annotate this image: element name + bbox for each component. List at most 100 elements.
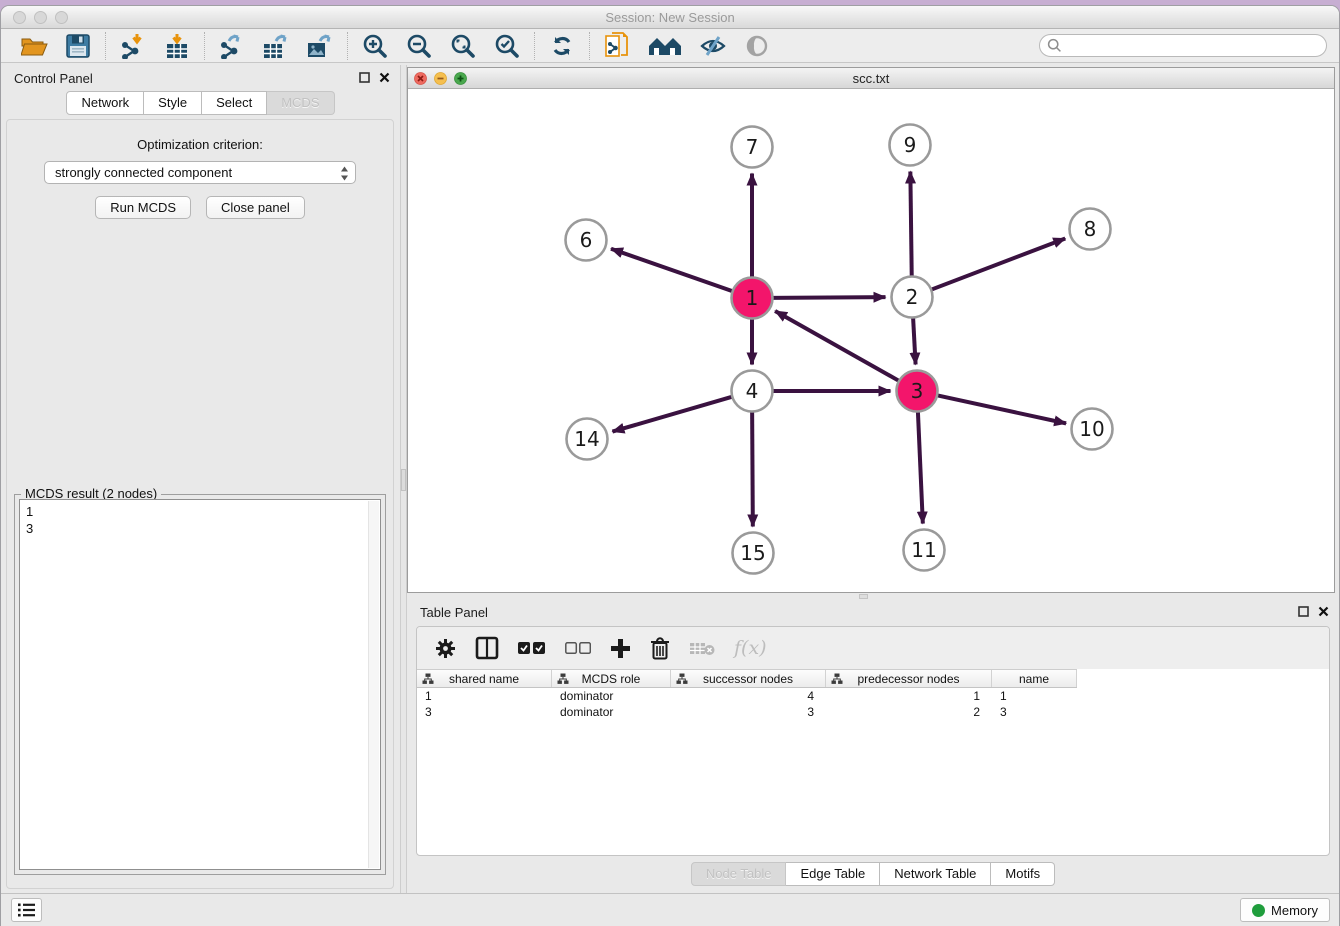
table-cell[interactable]: 1	[826, 688, 992, 704]
optimization-criterion-select[interactable]: strongly connected component	[44, 161, 356, 184]
network-document-button[interactable]	[603, 32, 631, 60]
export-group	[204, 32, 347, 60]
network-canvas[interactable]: 1234678910111415	[408, 89, 1334, 592]
control-tab-network[interactable]: Network	[66, 91, 144, 115]
close-panel-button[interactable]: Close panel	[206, 196, 305, 219]
eye-slash-icon	[699, 34, 727, 58]
edge-2-3[interactable]	[913, 317, 916, 364]
zoom-window-button[interactable]	[55, 11, 68, 24]
network-close-icon[interactable]	[414, 72, 427, 85]
import-network-button[interactable]	[119, 32, 147, 60]
table-options-gear-icon[interactable]	[435, 638, 456, 659]
table-tab-edge-table[interactable]: Edge Table	[786, 862, 880, 886]
close-window-button[interactable]	[13, 11, 26, 24]
node-label-9: 9	[904, 133, 917, 157]
hide-selected-columns-icon[interactable]	[565, 642, 591, 655]
edge-2-8[interactable]	[931, 238, 1065, 289]
close-panel-icon[interactable]	[379, 72, 390, 83]
table-cell[interactable]: 1	[992, 688, 1077, 704]
right-pane: scc.txt 1234678910111415 Table Panel	[407, 65, 1339, 893]
show-panel-list-button[interactable]	[11, 898, 42, 922]
content-area: Control Panel NetworkStyleSelectMCDS Opt…	[1, 65, 1339, 893]
node-label-14: 14	[574, 427, 599, 451]
table-tab-motifs[interactable]: Motifs	[991, 862, 1055, 886]
hide-graphics-details-button[interactable]	[699, 32, 727, 60]
edge-1-6[interactable]	[611, 249, 733, 291]
search-input[interactable]	[1039, 34, 1327, 57]
mcds-result-text[interactable]: 1 3	[19, 499, 381, 870]
table-cell[interactable]: 2	[826, 704, 992, 720]
table-cell[interactable]: 3	[992, 704, 1077, 720]
table-row[interactable]: 1dominator411	[417, 688, 1329, 704]
zoom-in-button[interactable]	[361, 32, 389, 60]
titlebar: Session: New Session	[1, 6, 1339, 29]
table-cell[interactable]: 3	[671, 704, 826, 720]
network-window-titlebar[interactable]: scc.txt	[408, 68, 1334, 89]
edge-1-2[interactable]	[772, 297, 885, 298]
float-table-panel-icon[interactable]	[1298, 606, 1309, 617]
column-header-shared-name[interactable]: shared name	[417, 670, 552, 687]
edge-2-9[interactable]	[910, 171, 911, 276]
table-tab-network-table[interactable]: Network Table	[880, 862, 991, 886]
node-label-7: 7	[746, 135, 759, 159]
table-tab-node-table[interactable]: Node Table	[691, 862, 787, 886]
status-bar: Memory	[1, 893, 1339, 926]
table-rows: 1dominator4113dominator323	[417, 688, 1329, 720]
edge-4-15[interactable]	[752, 411, 753, 526]
network-minimize-icon[interactable]	[434, 72, 447, 85]
column-tree-icon	[676, 673, 688, 685]
edge-3-10[interactable]	[937, 395, 1066, 423]
open-session-button[interactable]	[20, 32, 48, 60]
table-cell[interactable]: 3	[417, 704, 552, 720]
network-graph[interactable]: 1234678910111415	[408, 89, 1334, 592]
control-tab-style[interactable]: Style	[144, 91, 202, 115]
run-mcds-button[interactable]: Run MCDS	[95, 196, 191, 219]
export-network-button[interactable]	[218, 32, 246, 60]
show-selected-columns-icon[interactable]	[518, 641, 546, 655]
refresh-view-button[interactable]	[548, 32, 576, 60]
float-panel-icon[interactable]	[359, 72, 370, 83]
zoom-fit-button[interactable]	[449, 32, 477, 60]
control-tab-select[interactable]: Select	[202, 91, 267, 115]
edge-3-1[interactable]	[775, 311, 899, 381]
memory-button[interactable]: Memory	[1240, 898, 1330, 922]
insert-column-icon[interactable]	[475, 636, 499, 660]
column-header-successor-nodes[interactable]: successor nodes	[671, 670, 826, 687]
network-view-window: scc.txt 1234678910111415	[407, 67, 1335, 593]
home-icon	[647, 35, 683, 57]
add-row-icon[interactable]	[610, 638, 631, 659]
import-table-button[interactable]	[163, 32, 191, 60]
column-header-MCDS-role[interactable]: MCDS role	[552, 670, 671, 687]
table-cell[interactable]: dominator	[552, 704, 671, 720]
zoom-selected-icon	[494, 33, 520, 59]
delete-row-trash-icon[interactable]	[650, 637, 670, 660]
close-table-panel-icon[interactable]	[1318, 606, 1329, 617]
mcds-result-scrollbar[interactable]	[368, 501, 379, 868]
column-header-name[interactable]: name	[992, 670, 1077, 687]
home-pages-button[interactable]	[647, 32, 683, 60]
minimize-window-button[interactable]	[34, 11, 47, 24]
control-panel: Control Panel NetworkStyleSelectMCDS Opt…	[1, 65, 400, 893]
edge-4-14[interactable]	[612, 397, 732, 432]
node-label-1: 1	[746, 286, 759, 310]
save-session-button[interactable]	[64, 32, 92, 60]
column-header-predecessor-nodes[interactable]: predecessor nodes	[826, 670, 992, 687]
export-table-icon	[262, 33, 290, 59]
zoom-in-icon	[362, 33, 388, 59]
table-row[interactable]: 3dominator323	[417, 704, 1329, 720]
zoom-selected-button[interactable]	[493, 32, 521, 60]
table-cell[interactable]: 4	[671, 688, 826, 704]
control-tab-mcds[interactable]: MCDS	[267, 91, 334, 115]
disabled-eye-icon	[745, 34, 769, 58]
import-table-icon	[164, 33, 190, 59]
table-cell[interactable]: dominator	[552, 688, 671, 704]
vertical-splitter[interactable]	[400, 65, 407, 893]
network-zoom-icon[interactable]	[454, 72, 467, 85]
export-table-button[interactable]	[262, 32, 290, 60]
export-image-button[interactable]	[306, 32, 334, 60]
zoom-out-button[interactable]	[405, 32, 433, 60]
column-tree-icon	[831, 673, 843, 685]
edge-3-11[interactable]	[918, 411, 923, 523]
splitter-handle[interactable]	[401, 469, 406, 491]
table-cell[interactable]: 1	[417, 688, 552, 704]
